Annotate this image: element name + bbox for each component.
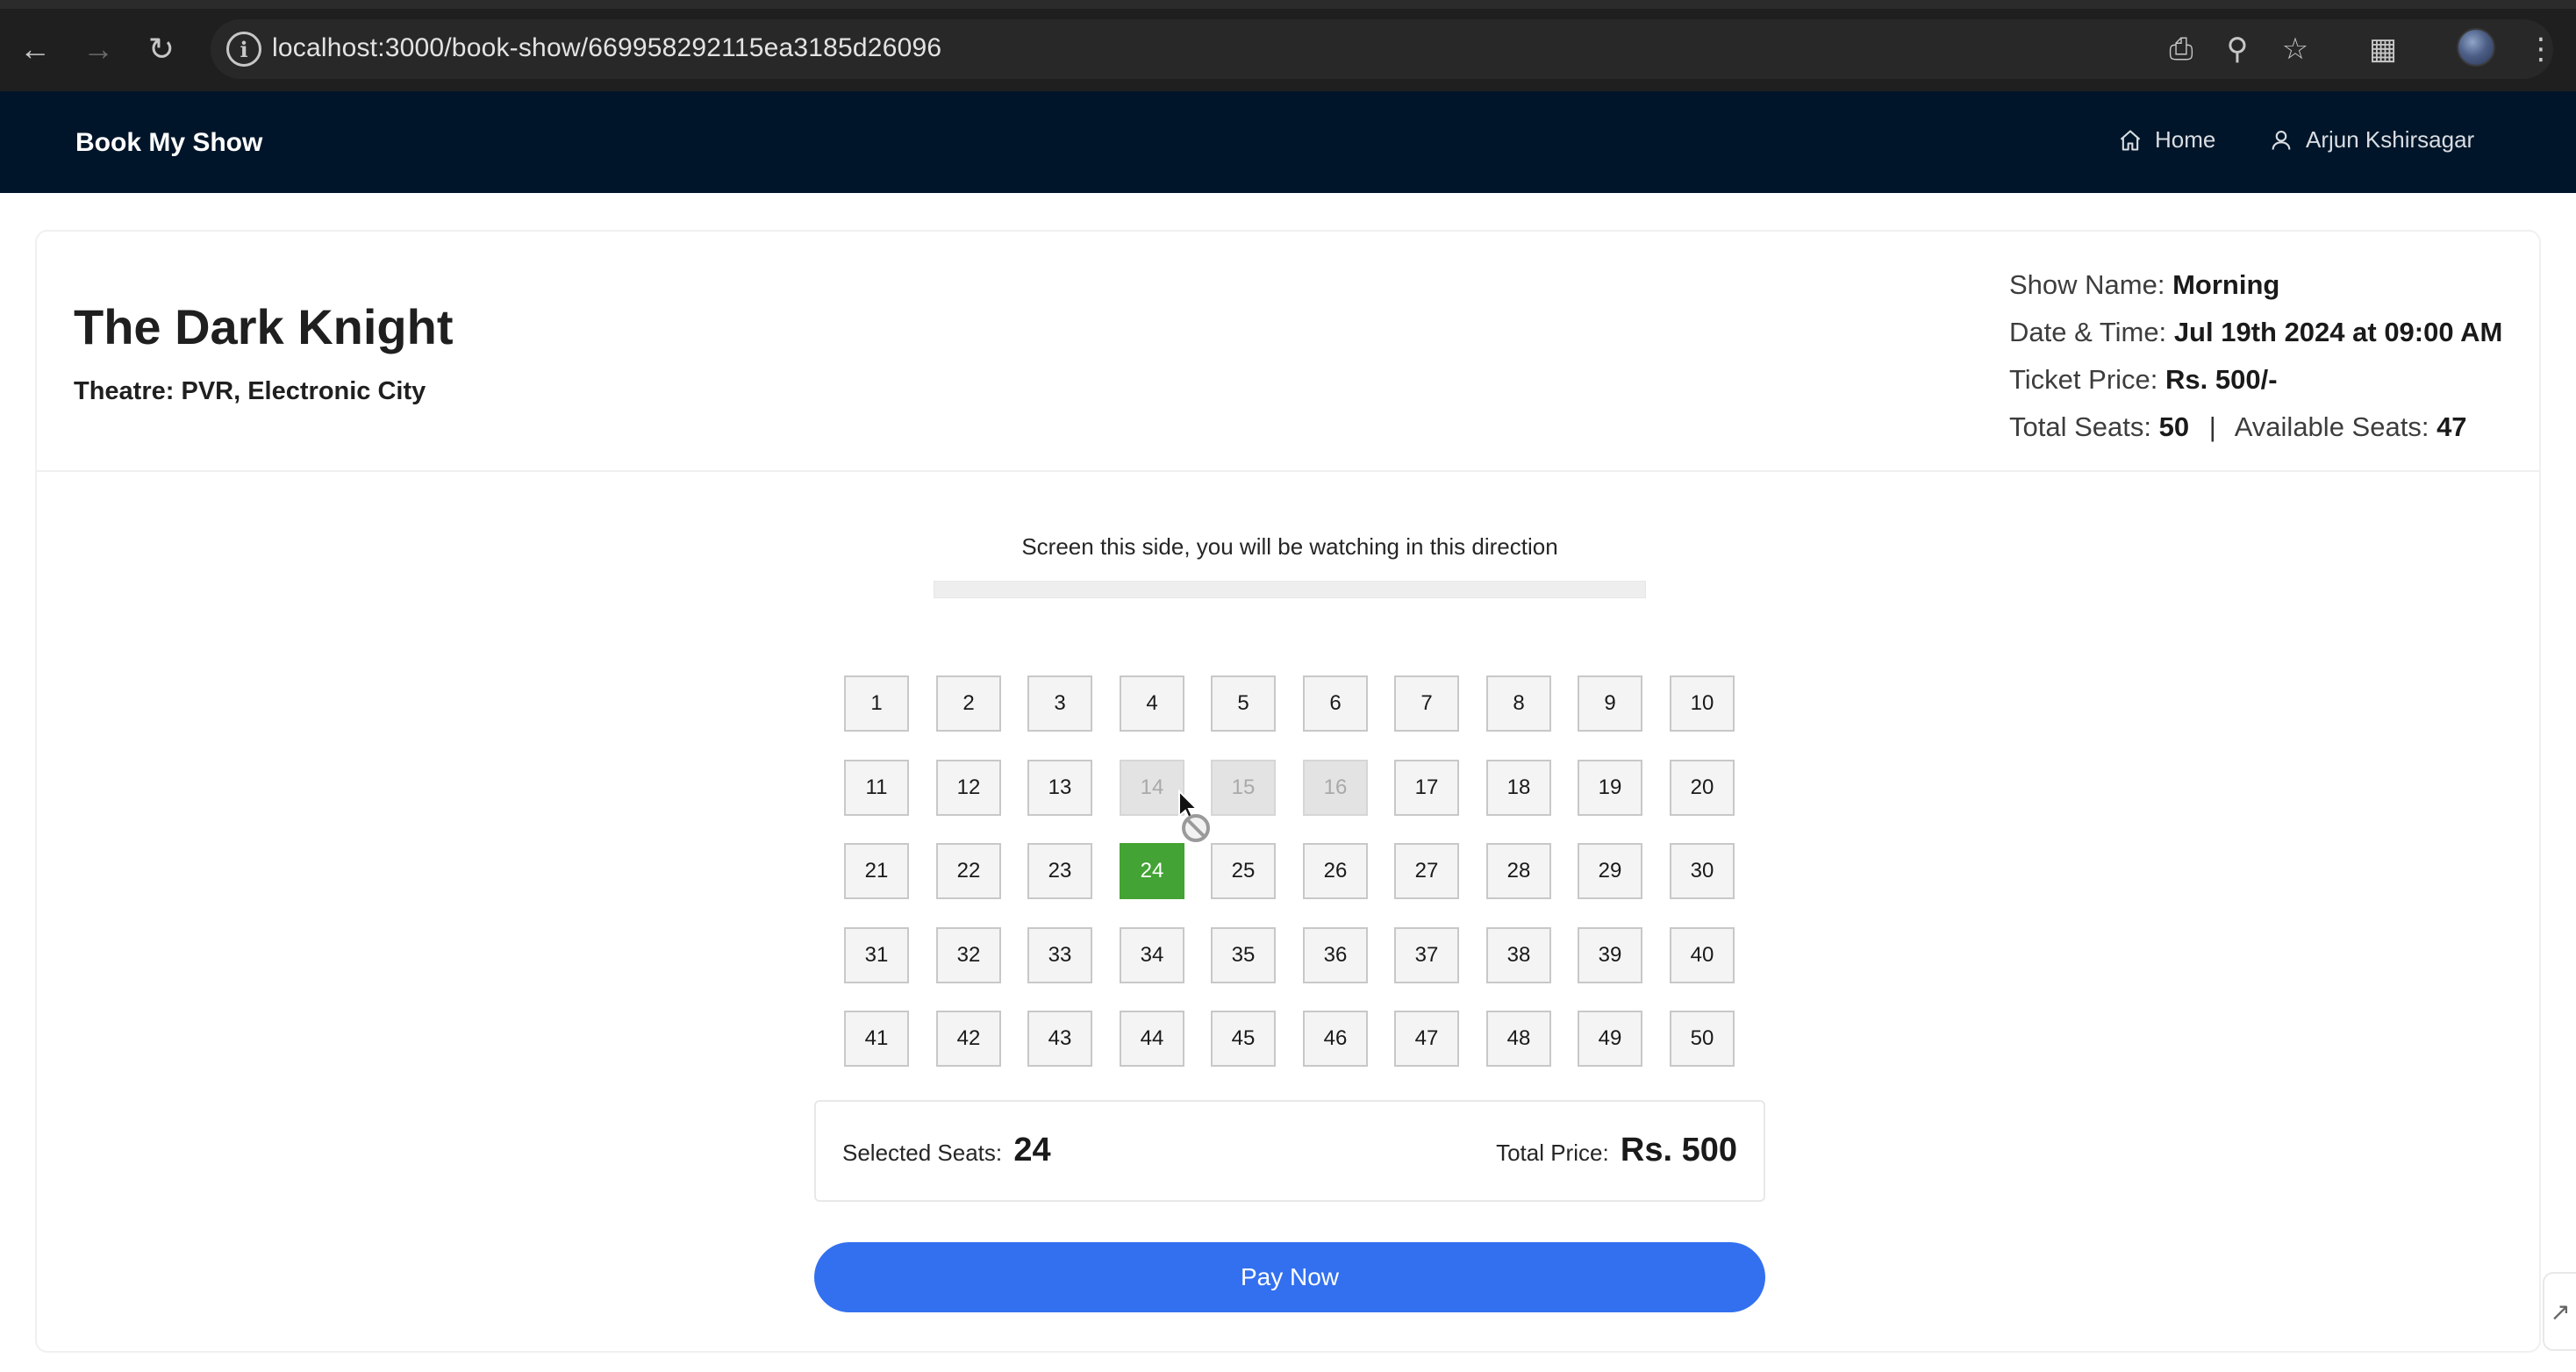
seat-40[interactable]: 40 — [1670, 927, 1735, 983]
seat-11[interactable]: 11 — [844, 760, 909, 816]
install-app-icon[interactable]: ⎙ — [2157, 19, 2206, 79]
seat-19[interactable]: 19 — [1578, 760, 1642, 816]
booking-card-header: The Dark Knight Theatre: PVR, Electronic… — [37, 232, 2539, 472]
seat-4[interactable]: 4 — [1120, 675, 1184, 732]
back-icon[interactable]: ← — [11, 25, 60, 74]
seat-29[interactable]: 29 — [1578, 843, 1642, 899]
brand-logo[interactable]: Book My Show — [75, 128, 262, 158]
seat-35[interactable]: 35 — [1211, 927, 1276, 983]
seat-22[interactable]: 22 — [936, 843, 1001, 899]
seat-46[interactable]: 46 — [1303, 1011, 1368, 1067]
show-name: Morning — [2172, 269, 2280, 300]
seat-45[interactable]: 45 — [1211, 1011, 1276, 1067]
seat-15: 15 — [1211, 760, 1276, 816]
screen-indicator — [934, 581, 1646, 598]
extensions-icon[interactable]: ▦ — [2358, 19, 2408, 79]
home-icon — [2120, 129, 2141, 151]
seat-2[interactable]: 2 — [936, 675, 1001, 732]
seat-24[interactable]: 24 — [1120, 843, 1184, 899]
seat-3[interactable]: 3 — [1027, 675, 1092, 732]
seat-count-row: Total Seats: 50 | Available Seats: 47 — [2009, 411, 2467, 442]
url-text[interactable]: localhost:3000/book-show/669958292115ea3… — [272, 33, 941, 63]
screen-caption: Screen this side, you will be watching i… — [1021, 533, 1558, 560]
selected-seats-summary: Selected Seats: 24 — [842, 1132, 1051, 1168]
selected-seats-value: 24 — [1013, 1132, 1051, 1168]
seat-43[interactable]: 43 — [1027, 1011, 1092, 1067]
nav-user-label: Arjun Kshirsagar — [2306, 126, 2475, 153]
ticket-price-row: Ticket Price: Rs. 500/- — [2009, 364, 2278, 395]
zoom-icon[interactable]: ⚲ — [2213, 19, 2262, 79]
nav-user[interactable]: Arjun Kshirsagar — [2269, 126, 2474, 154]
ticket-price: Rs. 500/- — [2165, 364, 2278, 395]
app-header: Book My Show Home Arjun Kshirsagar — [0, 91, 2576, 193]
available-seats: 47 — [2436, 411, 2467, 442]
profile-avatar[interactable] — [2457, 28, 2495, 67]
show-datetime: Jul 19th 2024 at 09:00 AM — [2173, 317, 2503, 347]
seat-36[interactable]: 36 — [1303, 927, 1368, 983]
theatre-name: Theatre: PVR, Electronic City — [74, 377, 426, 405]
nav-home-label: Home — [2155, 126, 2216, 153]
seat-14: 14 — [1120, 760, 1184, 816]
seat-12[interactable]: 12 — [936, 760, 1001, 816]
seat-23[interactable]: 23 — [1027, 843, 1092, 899]
side-panel-toggle-icon[interactable]: ↗ — [2543, 1272, 2576, 1351]
seat-38[interactable]: 38 — [1486, 927, 1551, 983]
seat-49[interactable]: 49 — [1578, 1011, 1642, 1067]
seat-5[interactable]: 5 — [1211, 675, 1276, 732]
show-datetime-row: Date & Time: Jul 19th 2024 at 09:00 AM — [2009, 317, 2503, 347]
booking-card: The Dark Knight Theatre: PVR, Electronic… — [35, 230, 2541, 1353]
forward-icon[interactable]: → — [74, 25, 123, 74]
seat-27[interactable]: 27 — [1394, 843, 1459, 899]
tab-strip — [0, 0, 2576, 9]
nav-home[interactable]: Home — [2118, 126, 2215, 154]
pay-now-button[interactable]: Pay Now — [814, 1242, 1765, 1312]
seat-18[interactable]: 18 — [1486, 760, 1551, 816]
seat-44[interactable]: 44 — [1120, 1011, 1184, 1067]
seat-9[interactable]: 9 — [1578, 675, 1642, 732]
seat-47[interactable]: 47 — [1394, 1011, 1459, 1067]
seat-7[interactable]: 7 — [1394, 675, 1459, 732]
seat-10[interactable]: 10 — [1670, 675, 1735, 732]
show-name-row: Show Name: Morning — [2009, 269, 2280, 300]
seat-30[interactable]: 30 — [1670, 843, 1735, 899]
seat-50[interactable]: 50 — [1670, 1011, 1735, 1067]
booking-summary: Selected Seats: 24 Total Price: Rs. 500 — [814, 1100, 1765, 1202]
total-seats: 50 — [2158, 411, 2190, 442]
cursor-not-allowed-icon — [1178, 790, 1210, 842]
total-price-value: Rs. 500 — [1620, 1132, 1737, 1168]
seat-20[interactable]: 20 — [1670, 760, 1735, 816]
seat-34[interactable]: 34 — [1120, 927, 1184, 983]
browser-menu-icon[interactable]: ⋮ — [2516, 19, 2565, 79]
movie-title: The Dark Knight — [74, 299, 454, 354]
total-price-summary: Total Price: Rs. 500 — [1496, 1132, 1737, 1168]
seat-33[interactable]: 33 — [1027, 927, 1092, 983]
seat-39[interactable]: 39 — [1578, 927, 1642, 983]
seat-25[interactable]: 25 — [1211, 843, 1276, 899]
seat-42[interactable]: 42 — [936, 1011, 1001, 1067]
seat-1[interactable]: 1 — [844, 675, 909, 732]
seat-31[interactable]: 31 — [844, 927, 909, 983]
site-info-icon[interactable]: i — [226, 32, 261, 67]
bookmark-star-icon[interactable]: ☆ — [2271, 19, 2320, 79]
seat-17[interactable]: 17 — [1394, 760, 1459, 816]
seat-28[interactable]: 28 — [1486, 843, 1551, 899]
seat-21[interactable]: 21 — [844, 843, 909, 899]
user-icon — [2272, 130, 2291, 150]
seat-48[interactable]: 48 — [1486, 1011, 1551, 1067]
seat-26[interactable]: 26 — [1303, 843, 1368, 899]
reload-icon[interactable]: ↻ — [137, 25, 186, 74]
seat-8[interactable]: 8 — [1486, 675, 1551, 732]
seat-32[interactable]: 32 — [936, 927, 1001, 983]
show-details: Show Name: Morning Date & Time: Jul 19th… — [2009, 261, 2502, 451]
seat-16: 16 — [1303, 760, 1368, 816]
browser-toolbar: ← → ↻ i localhost:3000/book-show/6699582… — [0, 0, 2576, 91]
seat-13[interactable]: 13 — [1027, 760, 1092, 816]
seat-41[interactable]: 41 — [844, 1011, 909, 1067]
seat-6[interactable]: 6 — [1303, 675, 1368, 732]
seat-37[interactable]: 37 — [1394, 927, 1459, 983]
